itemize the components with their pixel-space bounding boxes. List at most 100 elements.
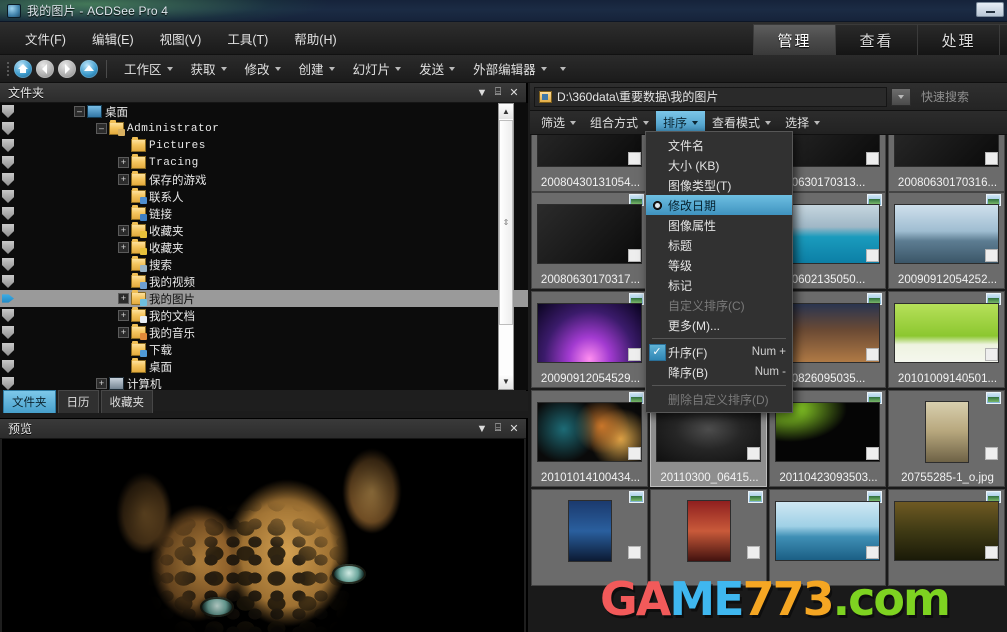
thumbnail-checkbox[interactable] <box>866 447 879 460</box>
thumbnail-cell[interactable]: 20101014100434... <box>531 390 648 487</box>
folder-tree-scrollbar[interactable]: ▲ ⇕ ▼ <box>498 103 514 390</box>
window-controls[interactable] <box>976 2 1004 17</box>
menu-file[interactable]: 文件(F) <box>14 24 77 53</box>
expand-icon[interactable]: + <box>118 174 129 185</box>
expand-icon[interactable]: + <box>96 378 107 389</box>
toolbar-create[interactable]: 创建 <box>290 55 344 82</box>
thumbnail-checkbox[interactable] <box>628 546 641 559</box>
sort-menu-item[interactable]: ✓升序(F)Num + <box>646 342 792 362</box>
thumbnail-cell[interactable]: 20080630170316... <box>888 135 1005 192</box>
toolbar-acquire[interactable]: 获取 <box>182 55 236 82</box>
thumbnail-checkbox[interactable] <box>747 447 760 460</box>
thumbnail-cell[interactable]: 20090912054252... <box>888 192 1005 289</box>
thumbnail-checkbox[interactable] <box>985 152 998 165</box>
expand-icon[interactable]: + <box>118 242 129 253</box>
sort-menu-item[interactable]: 更多(M)... <box>646 315 792 335</box>
home-icon[interactable] <box>14 60 32 78</box>
up-icon[interactable] <box>80 60 98 78</box>
expand-icon[interactable]: + <box>118 157 129 168</box>
scroll-thumb[interactable]: ⇕ <box>499 120 513 325</box>
folder-tree-item[interactable]: 链接 <box>0 205 528 222</box>
thumbnail-checkbox[interactable] <box>985 447 998 460</box>
menu-edit[interactable]: 编辑(E) <box>81 24 145 53</box>
toolbar-grip[interactable] <box>4 60 12 78</box>
thumbnail-cell[interactable]: 20755285-1_o.jpg <box>888 390 1005 487</box>
expand-icon[interactable]: + <box>118 225 129 236</box>
close-icon[interactable]: ✕ <box>506 421 522 437</box>
tab-folders[interactable]: 文件夹 <box>3 390 56 413</box>
folder-tree-item[interactable]: 搜索 <box>0 256 528 273</box>
folder-tree-item[interactable]: +Tracing <box>0 154 528 171</box>
toolbar-overflow-button[interactable] <box>556 63 575 75</box>
thumbnail-cell[interactable] <box>769 489 886 586</box>
menu-view[interactable]: 视图(V) <box>149 24 213 53</box>
thumbnail-cell[interactable]: 20080430131054... <box>531 135 648 192</box>
thumbnail-checkbox[interactable] <box>866 249 879 262</box>
thumbnail-checkbox[interactable] <box>985 249 998 262</box>
thumbnail-cell[interactable] <box>888 489 1005 586</box>
folder-tree[interactable]: –桌面–AdministratorPictures+Tracing+保存的游戏联… <box>0 103 528 390</box>
restore-button[interactable] <box>976 2 1004 17</box>
thumbnail-cell[interactable] <box>650 489 767 586</box>
sort-menu-item[interactable]: 标题 <box>646 235 792 255</box>
thumbnail-checkbox[interactable] <box>628 249 641 262</box>
thumbnail-checkbox[interactable] <box>628 348 641 361</box>
chevron-down-icon[interactable]: ▼ <box>474 85 490 101</box>
collapse-icon[interactable]: – <box>96 123 107 134</box>
pin-icon[interactable]: ⌸ <box>490 421 506 437</box>
folder-tree-item[interactable]: 桌面 <box>0 358 528 375</box>
expand-icon[interactable]: + <box>118 293 129 304</box>
thumbnail-checkbox[interactable] <box>985 348 998 361</box>
sort-menu-item[interactable]: 大小 (KB) <box>646 155 792 175</box>
forward-icon[interactable] <box>58 60 76 78</box>
toolbar-modify[interactable]: 修改 <box>236 55 290 82</box>
thumbnail-checkbox[interactable] <box>866 348 879 361</box>
thumbnail-checkbox[interactable] <box>628 152 641 165</box>
sort-menu-item[interactable]: 等级 <box>646 255 792 275</box>
path-field[interactable]: D:\360data\重要数据\我的图片 <box>534 87 887 107</box>
collapse-icon[interactable]: – <box>74 106 85 117</box>
thumbnail-cell[interactable]: 20080630170317... <box>531 192 648 289</box>
scroll-up-icon[interactable]: ▲ <box>499 104 513 119</box>
thumbnail-checkbox[interactable] <box>866 546 879 559</box>
thumbnail-checkbox[interactable] <box>628 447 641 460</box>
toolbar-send[interactable]: 发送 <box>410 55 464 82</box>
folder-tree-item[interactable]: +收藏夹 <box>0 239 528 256</box>
scroll-down-icon[interactable]: ▼ <box>499 374 513 389</box>
sort-menu-item[interactable]: 文件名 <box>646 135 792 155</box>
tab-process[interactable]: 处理 <box>917 24 999 55</box>
expand-icon[interactable]: + <box>118 310 129 321</box>
thumbnail-checkbox[interactable] <box>985 546 998 559</box>
folder-tree-item[interactable]: Pictures <box>0 137 528 154</box>
thumbnail-cell[interactable]: 20101009140501... <box>888 291 1005 388</box>
tab-calendar[interactable]: 日历 <box>58 390 99 413</box>
sort-menu-item[interactable]: 图像属性 <box>646 215 792 235</box>
sort-menu-item[interactable]: 修改日期 <box>646 195 792 215</box>
close-icon[interactable]: ✕ <box>506 85 522 101</box>
tab-manage[interactable]: 管理 <box>753 24 835 55</box>
folder-tree-item[interactable]: +我的文档 <box>0 307 528 324</box>
back-icon[interactable] <box>36 60 54 78</box>
folder-tree-item[interactable]: –桌面 <box>0 103 528 120</box>
folder-tree-item[interactable]: +我的音乐 <box>0 324 528 341</box>
sort-menu-item[interactable]: 标记 <box>646 275 792 295</box>
sort-menu-item[interactable]: 图像类型(T) <box>646 175 792 195</box>
folder-tree-item[interactable]: +计算机 <box>0 375 528 390</box>
thumbnail-checkbox[interactable] <box>866 152 879 165</box>
toolbar-external-editor[interactable]: 外部编辑器 <box>464 55 556 82</box>
folder-tree-item[interactable]: 下载 <box>0 341 528 358</box>
expand-icon[interactable]: + <box>118 327 129 338</box>
menu-help[interactable]: 帮助(H) <box>283 24 347 53</box>
folder-tree-item[interactable]: 我的视频 <box>0 273 528 290</box>
sort-menu-item[interactable]: 降序(B)Num - <box>646 362 792 382</box>
path-dropdown-button[interactable] <box>891 88 911 106</box>
folder-tree-item[interactable]: –Administrator <box>0 120 528 137</box>
thumbnail-checkbox[interactable] <box>747 546 760 559</box>
folder-tree-item[interactable]: +收藏夹 <box>0 222 528 239</box>
tab-view[interactable]: 查看 <box>835 24 917 55</box>
chevron-down-icon[interactable]: ▼ <box>474 421 490 437</box>
menu-tools[interactable]: 工具(T) <box>216 24 279 53</box>
folder-tree-item[interactable]: +保存的游戏 <box>0 171 528 188</box>
pin-icon[interactable]: ⌸ <box>490 85 506 101</box>
tab-favorites[interactable]: 收藏夹 <box>101 390 154 413</box>
